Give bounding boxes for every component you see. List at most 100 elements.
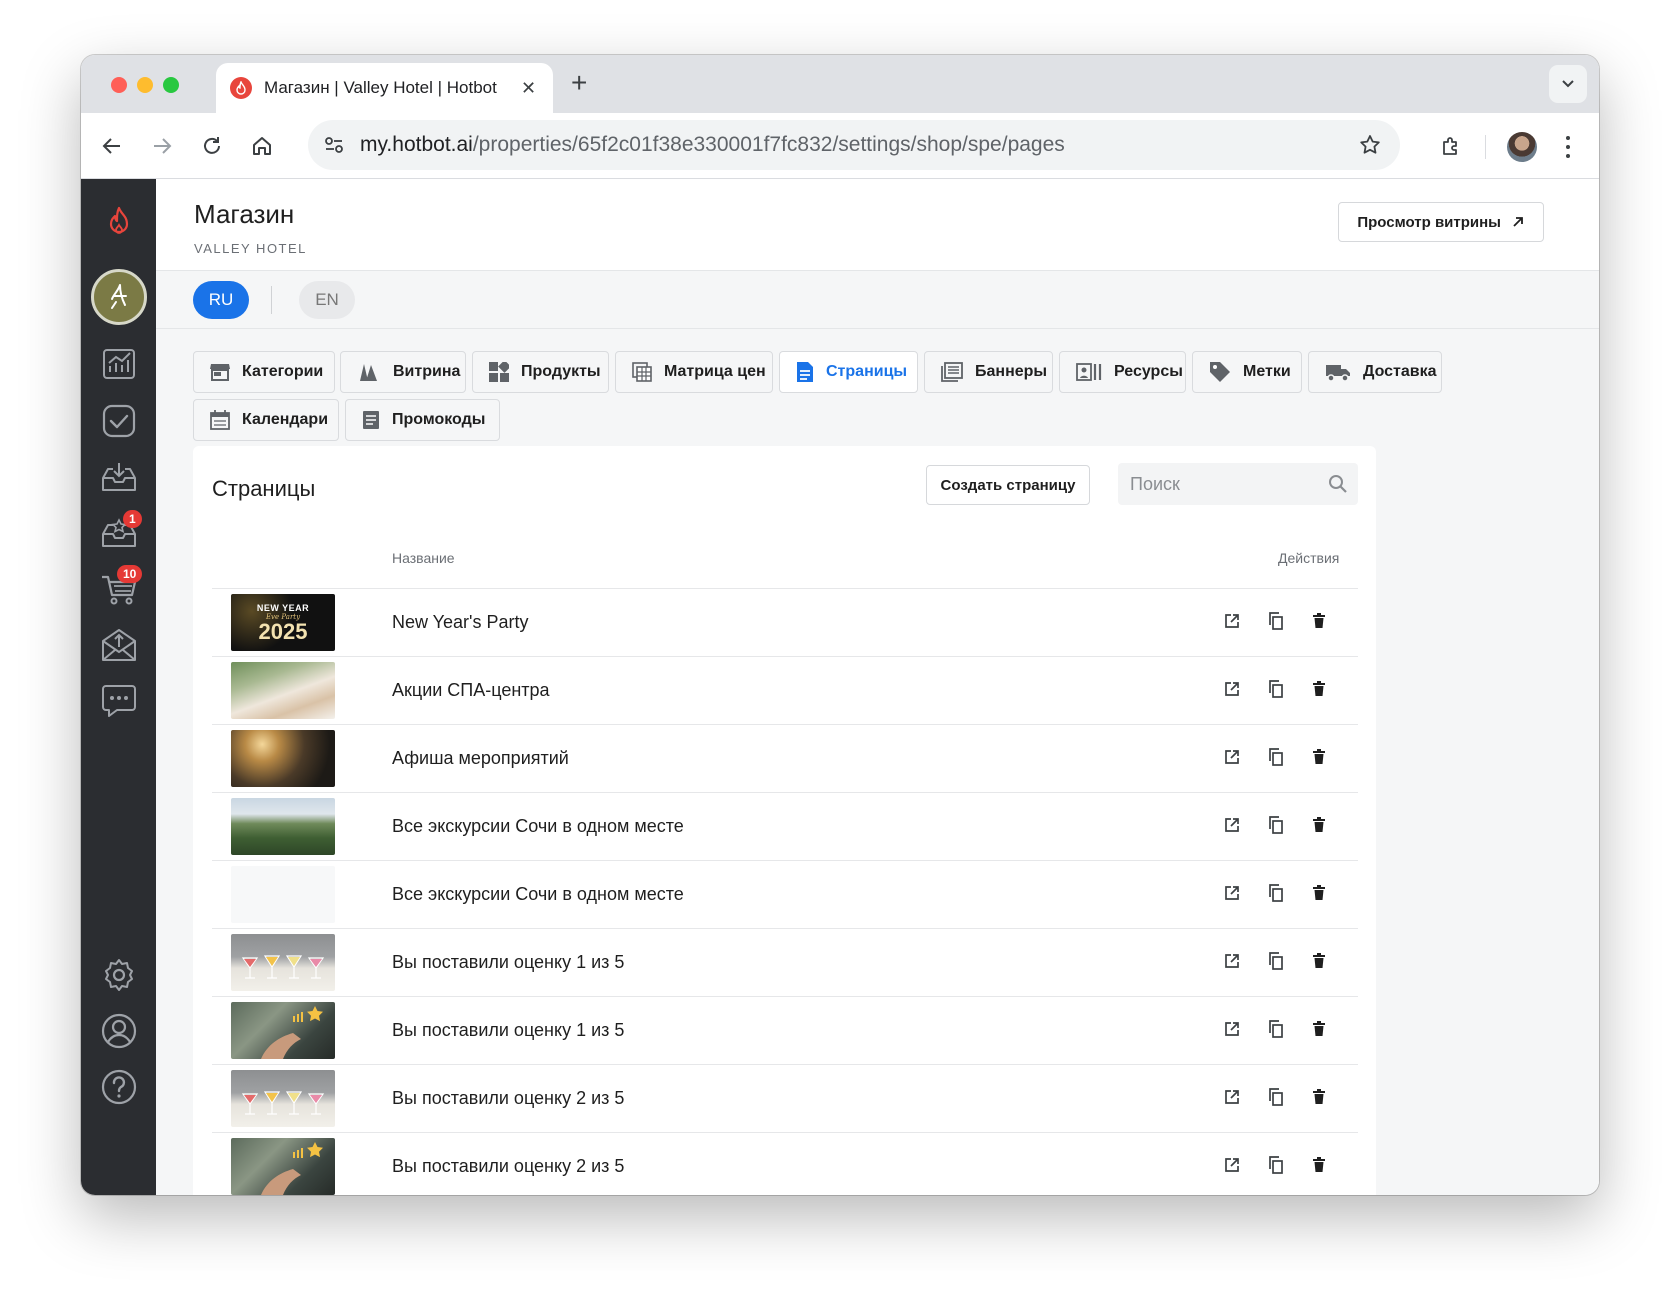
minimize-window-button[interactable] (137, 77, 153, 93)
open-link-icon[interactable] (1221, 814, 1243, 836)
analytics-nav-icon[interactable] (81, 344, 156, 384)
hotbot-logo-icon[interactable] (81, 201, 156, 241)
profile-avatar[interactable] (1507, 132, 1537, 162)
table-row[interactable]: Вы поставили оценку 2 из 5 (212, 1132, 1358, 1195)
tab-banners[interactable]: Баннеры (924, 351, 1053, 393)
page-name[interactable]: Все экскурсии Сочи в одном месте (392, 884, 684, 905)
lang-en-button[interactable]: EN (299, 281, 355, 319)
delete-icon[interactable] (1308, 678, 1330, 700)
table-row[interactable]: Вы поставили оценку 2 из 5 (212, 1064, 1358, 1132)
tab-resources[interactable]: Ресурсы (1059, 351, 1186, 393)
tab-pages[interactable]: Страницы (779, 351, 918, 393)
tab-price-matrix[interactable]: Матрица цен (615, 351, 773, 393)
tab-search-button[interactable] (1549, 65, 1587, 103)
page-name[interactable]: Акции СПА-центра (392, 680, 550, 701)
column-header-name: Название (392, 550, 455, 566)
delete-icon[interactable] (1308, 814, 1330, 836)
browser-toolbar: my.hotbot.ai/properties/65f2c01f38e33000… (81, 113, 1599, 179)
tasks-nav-icon[interactable] (81, 401, 156, 441)
delete-icon[interactable] (1308, 1154, 1330, 1176)
open-link-icon[interactable] (1221, 1086, 1243, 1108)
open-link-icon[interactable] (1221, 950, 1243, 972)
extensions-button[interactable] (1434, 129, 1468, 163)
table-row[interactable]: Вы поставили оценку 1 из 5 (212, 996, 1358, 1064)
maximize-window-button[interactable] (163, 77, 179, 93)
copy-icon[interactable] (1264, 1018, 1286, 1040)
view-storefront-button[interactable]: Просмотр витрины (1338, 202, 1544, 242)
puzzle-icon (1443, 137, 1457, 155)
tab-close-icon[interactable]: ✕ (521, 78, 536, 99)
reviews-badge: 1 (123, 510, 142, 528)
copy-icon[interactable] (1264, 746, 1286, 768)
delete-icon[interactable] (1308, 1018, 1330, 1040)
page-name[interactable]: New Year's Party (392, 612, 529, 633)
delete-icon[interactable] (1308, 610, 1330, 632)
tab-storefront[interactable]: Витрина (340, 351, 466, 393)
copy-icon[interactable] (1264, 1154, 1286, 1176)
bookmark-star-icon[interactable] (1358, 133, 1382, 162)
table-row[interactable]: Все экскурсии Сочи в одном месте (212, 860, 1358, 928)
page-name[interactable]: Афиша мероприятий (392, 748, 569, 769)
copy-icon[interactable] (1264, 950, 1286, 972)
open-link-icon[interactable] (1221, 1018, 1243, 1040)
open-link-icon[interactable] (1221, 746, 1243, 768)
search-input[interactable] (1130, 473, 1320, 495)
reviews-nav-icon[interactable]: 1 (81, 510, 156, 554)
help-nav-icon[interactable] (81, 1067, 156, 1107)
table-row[interactable]: Вы поставили оценку 1 из 5 (212, 928, 1358, 996)
page-name[interactable]: Все экскурсии Сочи в одном месте (392, 816, 684, 837)
tab-products[interactable]: Продукты (472, 351, 609, 393)
copy-icon[interactable] (1264, 678, 1286, 700)
browser-tab[interactable]: Магазин | Valley Hotel | Hotbot ✕ (216, 63, 553, 113)
lang-ru-button[interactable]: RU (193, 281, 249, 319)
home-button[interactable] (245, 129, 279, 163)
page-name[interactable]: Вы поставили оценку 1 из 5 (392, 1020, 624, 1041)
open-link-icon[interactable] (1221, 1154, 1243, 1176)
delete-icon[interactable] (1308, 950, 1330, 972)
browser-menu-icon[interactable] (1563, 133, 1573, 161)
close-window-button[interactable] (111, 77, 127, 93)
search-icon[interactable] (1328, 474, 1348, 494)
tab-delivery[interactable]: Доставка (1308, 351, 1442, 393)
property-logo-icon (110, 284, 127, 309)
property-avatar[interactable] (81, 267, 156, 327)
thumb-text-line1: NEW YEAR (256, 602, 310, 613)
page-name[interactable]: Вы поставили оценку 2 из 5 (392, 1156, 624, 1177)
page-header: Магазин VALLEY HOTEL Просмотр витрины (156, 179, 1599, 271)
tab-calendars[interactable]: Календари (193, 399, 339, 441)
copy-icon[interactable] (1264, 882, 1286, 904)
back-button[interactable] (95, 129, 129, 163)
page-thumbnail (231, 1138, 335, 1195)
page-name[interactable]: Вы поставили оценку 1 из 5 (392, 952, 624, 973)
cart-nav-icon[interactable]: 10 (81, 565, 156, 611)
copy-icon[interactable] (1264, 814, 1286, 836)
table-row[interactable]: Все экскурсии Сочи в одном месте (212, 792, 1358, 860)
mailing-nav-icon[interactable] (81, 625, 156, 665)
open-link-icon[interactable] (1221, 610, 1243, 632)
tab-label: Промокоды (392, 411, 486, 428)
delete-icon[interactable] (1308, 1086, 1330, 1108)
inbox-nav-icon[interactable] (81, 457, 156, 497)
open-link-icon[interactable] (1221, 678, 1243, 700)
chat-nav-icon[interactable] (81, 681, 156, 721)
copy-icon[interactable] (1264, 1086, 1286, 1108)
open-link-icon[interactable] (1221, 882, 1243, 904)
forward-button[interactable] (145, 129, 179, 163)
delete-icon[interactable] (1308, 746, 1330, 768)
table-row[interactable]: Афиша мероприятий (212, 724, 1358, 792)
new-tab-button[interactable]: + (571, 67, 587, 99)
page-name[interactable]: Вы поставили оценку 2 из 5 (392, 1088, 624, 1109)
delete-icon[interactable] (1308, 882, 1330, 904)
settings-nav-icon[interactable] (81, 955, 156, 995)
create-page-button[interactable]: Создать страницу (926, 465, 1090, 505)
address-bar[interactable]: my.hotbot.ai/properties/65f2c01f38e33000… (308, 120, 1400, 170)
tab-categories[interactable]: Категории (193, 351, 335, 393)
tab-promocodes[interactable]: Промокоды (345, 399, 500, 441)
reload-button[interactable] (195, 129, 229, 163)
table-row[interactable]: Акции СПА-центра (212, 656, 1358, 724)
copy-icon[interactable] (1264, 610, 1286, 632)
profile-nav-icon[interactable] (81, 1011, 156, 1051)
site-settings-icon[interactable] (322, 133, 346, 157)
tab-tags[interactable]: Метки (1192, 351, 1302, 393)
table-row[interactable]: NEW YEAR Eve Party 2025 New Year's Party (212, 588, 1358, 656)
